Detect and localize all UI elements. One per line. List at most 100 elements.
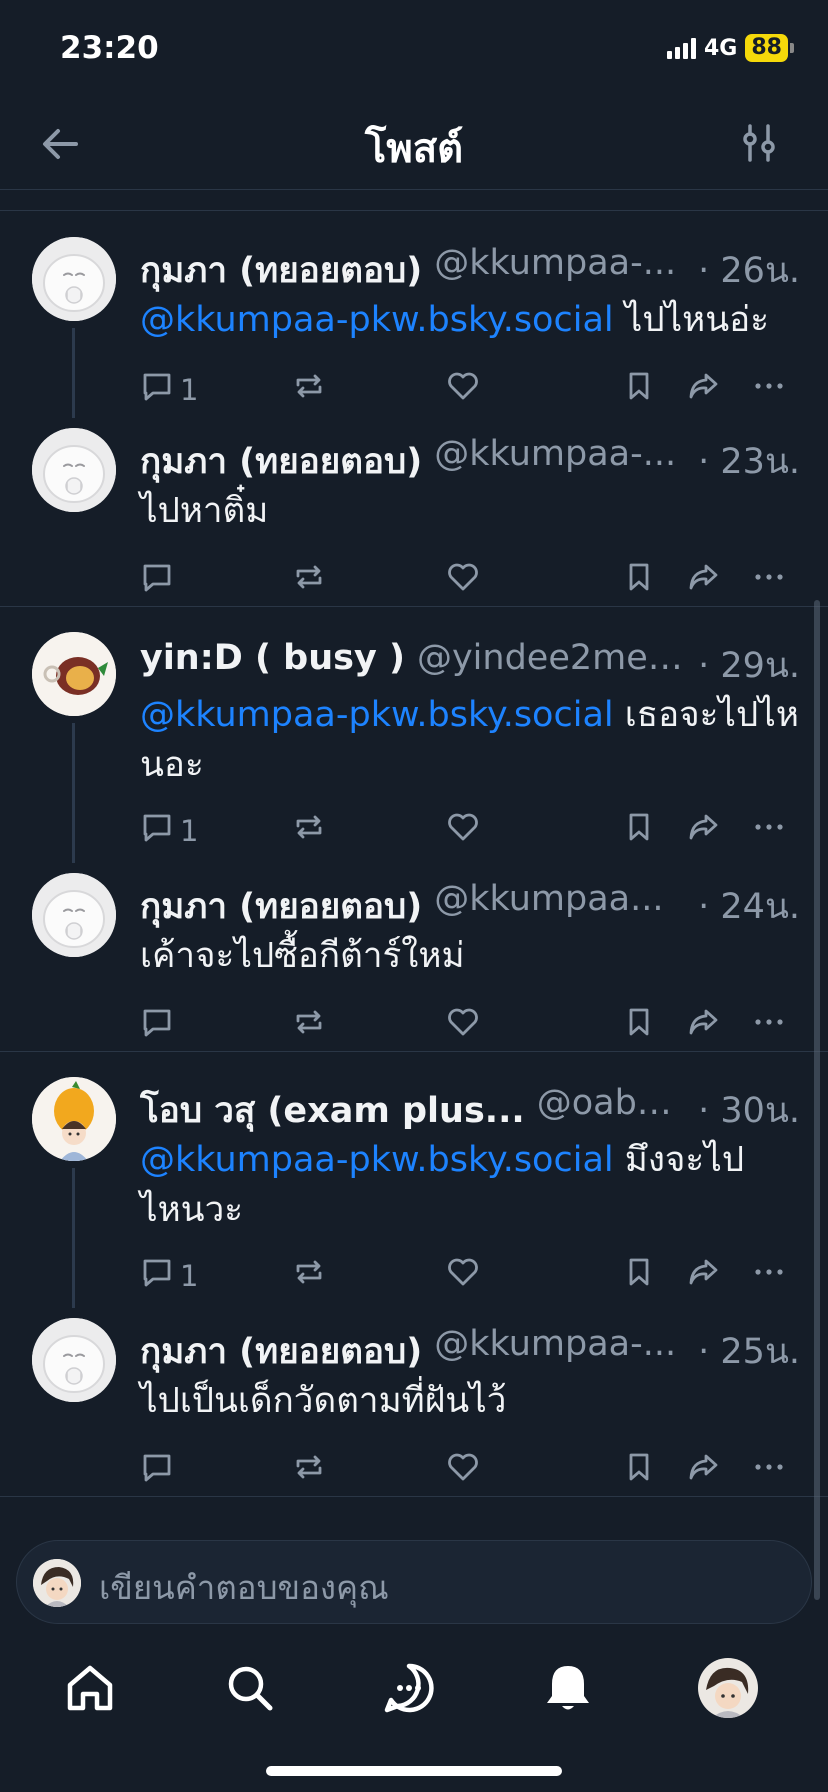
like-button[interactable]: [446, 1450, 480, 1491]
avatar[interactable]: [32, 428, 116, 512]
reply-count: 1: [180, 1258, 199, 1293]
repost-button[interactable]: [292, 369, 326, 410]
bookmark-button[interactable]: [622, 1005, 656, 1046]
reply-input[interactable]: เขียนคำตอบของคุณ: [99, 1561, 389, 1614]
reply-button[interactable]: 1: [140, 369, 198, 410]
share-icon: [686, 560, 720, 601]
bookmark-button[interactable]: [622, 560, 656, 601]
post-actions: 1: [140, 369, 800, 409]
tab-bar: [0, 1640, 828, 1760]
repost-button[interactable]: [292, 1255, 326, 1296]
bookmark-button[interactable]: [622, 1255, 656, 1296]
reply-icon: [140, 810, 174, 851]
post-text: ไปเป็นเด็กวัดตามที่ฝันไว้: [140, 1376, 800, 1426]
repost-button[interactable]: [292, 810, 326, 851]
scrollbar[interactable]: [814, 600, 820, 1600]
author-handle[interactable]: @yindee2meet...: [417, 638, 690, 693]
repost-icon: [292, 1255, 326, 1296]
bookmark-button[interactable]: [622, 369, 656, 410]
share-button[interactable]: [686, 560, 720, 601]
author-name[interactable]: กุมภา (ทยอยตอบ): [140, 434, 422, 489]
like-button[interactable]: [446, 369, 480, 410]
share-button[interactable]: [686, 369, 720, 410]
reply-button[interactable]: [140, 1450, 180, 1491]
more-icon: [752, 1005, 786, 1046]
profile-avatar[interactable]: [698, 1658, 758, 1718]
repost-button[interactable]: [292, 560, 326, 601]
chat-icon[interactable]: [379, 1658, 439, 1718]
bell-icon[interactable]: [538, 1658, 598, 1718]
post-item[interactable]: กุมภา (ทยอยตอบ) @kkumpaa-... · 23น. ไปหาติ๋…: [0, 428, 810, 598]
reply-icon: [140, 369, 174, 410]
author-handle[interactable]: @kkumpaa-...: [434, 243, 690, 298]
reply-button[interactable]: 1: [140, 810, 198, 851]
author-name[interactable]: โอบ วสุ (exam plus...: [140, 1083, 525, 1138]
divider: [0, 210, 828, 211]
reply-button[interactable]: 1: [140, 1255, 198, 1296]
share-button[interactable]: [686, 1005, 720, 1046]
avatar[interactable]: [32, 1318, 116, 1402]
repost-button[interactable]: [292, 1005, 326, 1046]
avatar[interactable]: [32, 237, 116, 321]
share-icon: [686, 810, 720, 851]
author-handle[interactable]: @kkumpaa-...: [434, 1324, 690, 1379]
battery-icon: 88: [745, 34, 788, 62]
post-item[interactable]: โอบ วสุ (exam plus...@oabao...· 30น.@kku…: [0, 1077, 810, 1293]
post-actions: [140, 1450, 800, 1490]
more-button[interactable]: [752, 1005, 786, 1046]
reply-composer[interactable]: เขียนคำตอบของคุณ: [16, 1540, 812, 1624]
mention-link[interactable]: @kkumpaa-pkw.bsky.social: [140, 1140, 614, 1180]
post-text: @kkumpaa-pkw.bsky.social ไปไหนอ่ะ: [140, 295, 800, 345]
avatar[interactable]: [32, 632, 116, 716]
mention-link[interactable]: @kkumpaa-pkw.bsky.social: [140, 300, 614, 340]
post-body: ไปเป็นเด็กวัดตามที่ฝันไว้: [140, 1381, 507, 1421]
post-item[interactable]: กุมภา (ทยอยตอบ) @kkumpaa... · 24น. เค้าจะไป…: [0, 873, 810, 1043]
post-time: · 26น.: [698, 251, 800, 291]
reply-button[interactable]: [140, 560, 180, 601]
more-button[interactable]: [752, 1450, 786, 1491]
sliders-icon[interactable]: [736, 120, 782, 166]
author-name[interactable]: yin:D ( busy ): [140, 638, 405, 693]
heart-icon: [446, 810, 480, 851]
heart-icon: [446, 1450, 480, 1491]
share-button[interactable]: [686, 1255, 720, 1296]
post-item[interactable]: กุมภา (ทยอยตอบ) @kkumpaa-... · 26น. @kkumpa…: [0, 237, 810, 407]
author-name[interactable]: กุมภา (ทยอยตอบ): [140, 243, 422, 298]
more-button[interactable]: [752, 369, 786, 410]
share-button[interactable]: [686, 1450, 720, 1491]
bookmark-button[interactable]: [622, 810, 656, 851]
divider: [0, 1051, 828, 1052]
bookmark-icon: [622, 1005, 656, 1046]
author-name[interactable]: กุมภา (ทยอยตอบ): [140, 1324, 422, 1379]
post-item[interactable]: yin:D ( busy ) @yindee2meet... · 29น. @kkum…: [0, 632, 810, 848]
like-button[interactable]: [446, 1255, 480, 1296]
more-button[interactable]: [752, 810, 786, 851]
more-button[interactable]: [752, 1255, 786, 1296]
mention-link[interactable]: @kkumpaa-pkw.bsky.social: [140, 695, 614, 735]
author-name[interactable]: กุมภา (ทยอยตอบ): [140, 879, 422, 934]
like-button[interactable]: [446, 560, 480, 601]
author-handle[interactable]: @kkumpaa-...: [434, 434, 690, 489]
more-button[interactable]: [752, 560, 786, 601]
like-button[interactable]: [446, 810, 480, 851]
avatar[interactable]: [32, 873, 116, 957]
post-time: · 24น.: [698, 887, 800, 927]
more-icon: [752, 369, 786, 410]
reply-button[interactable]: [140, 1005, 180, 1046]
bookmark-button[interactable]: [622, 1450, 656, 1491]
avatar[interactable]: [32, 1077, 116, 1161]
like-button[interactable]: [446, 1005, 480, 1046]
home-icon[interactable]: [60, 1658, 120, 1718]
heart-icon: [446, 1005, 480, 1046]
post-body: ไปไหนอ่ะ: [613, 300, 769, 340]
repost-button[interactable]: [292, 1450, 326, 1491]
heart-icon: [446, 1255, 480, 1296]
author-handle[interactable]: @kkumpaa...: [434, 879, 690, 934]
post-item[interactable]: กุมภา (ทยอยตอบ) @kkumpaa-... · 25น. ไปเป็นเ…: [0, 1318, 810, 1488]
bookmark-icon: [622, 810, 656, 851]
post-time: · 23น.: [698, 442, 800, 482]
search-icon[interactable]: [220, 1658, 280, 1718]
home-indicator[interactable]: [266, 1766, 562, 1776]
share-button[interactable]: [686, 810, 720, 851]
author-handle[interactable]: @oabao...: [537, 1083, 690, 1138]
